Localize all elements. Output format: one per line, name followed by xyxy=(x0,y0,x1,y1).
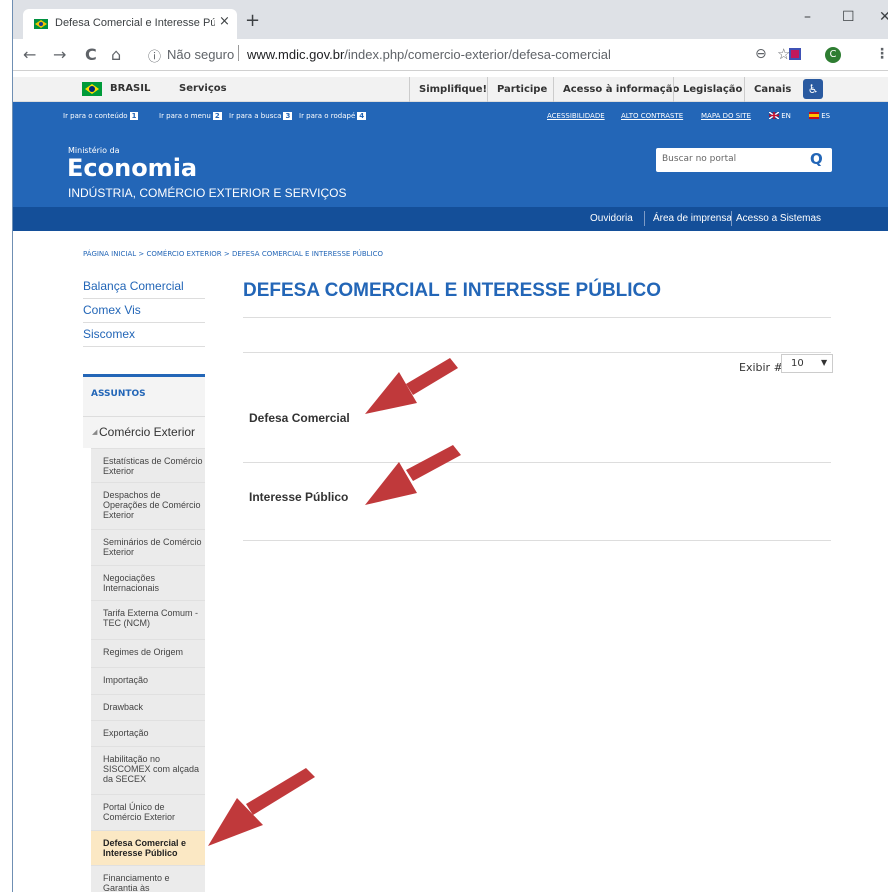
sidebar-link-balanca-comercial[interactable]: Balança Comercial xyxy=(83,279,184,293)
site-subtitle: INDÚSTRIA, COMÉRCIO EXTERIOR E SERVIÇOS xyxy=(68,186,347,200)
govbar-participe[interactable]: Participe xyxy=(487,77,556,102)
sidebar-section-comercio-exterior[interactable]: ◢ Comércio Exterior xyxy=(83,416,205,448)
result-link-interesse-publico[interactable]: Interesse Público xyxy=(249,490,348,504)
acesso-a-sistemas-link[interactable]: Acesso a Sistemas xyxy=(736,213,821,224)
sidebar-link-siscomex[interactable]: Siscomex xyxy=(83,327,135,341)
security-label: Não seguro xyxy=(167,47,235,62)
sidebar-item-habilitacao[interactable]: Habilitação no SISCOMEX com alçada da SE… xyxy=(91,746,205,794)
govbar-acesso-informacao[interactable]: Acesso à informação xyxy=(553,77,688,102)
maximize-icon[interactable]: ☐ xyxy=(842,9,855,25)
skip-link-menu[interactable]: Ir para o menu 2 xyxy=(159,112,222,120)
red-arrow-icon xyxy=(365,358,458,414)
sidebar-item-defesa-comercial[interactable]: Defesa Comercial e Interesse Público xyxy=(91,830,205,865)
vlibras-icon[interactable]: ♿ xyxy=(803,79,823,99)
mapa-do-site-link[interactable]: MAPA DO SITE xyxy=(701,112,751,120)
close-window-icon[interactable]: ✕ xyxy=(879,9,888,25)
sidebar-item-financiamento[interactable]: Financiamento e Garantia às xyxy=(91,865,205,892)
brazil-flag-icon[interactable] xyxy=(82,82,102,96)
sidebar-item-drawback[interactable]: Drawback xyxy=(91,694,205,720)
spain-flag-icon xyxy=(809,112,819,119)
items-per-page-value: 10 xyxy=(791,358,804,369)
exibir-label: Exibir # xyxy=(739,361,783,374)
skip-link-search[interactable]: Ir para a busca 3 xyxy=(229,112,293,120)
favicon-icon xyxy=(34,19,48,29)
page-title: DEFESA COMERCIAL E INTERESSE PÚBLICO xyxy=(243,280,662,301)
home-icon[interactable]: ⌂ xyxy=(111,45,121,64)
extension-icon[interactable] xyxy=(789,48,801,60)
minimize-icon[interactable]: – xyxy=(804,9,811,25)
sidebar-item-exportacao[interactable]: Exportação xyxy=(91,720,205,746)
sidebar-item-importacao[interactable]: Importação xyxy=(91,667,205,694)
new-tab-icon[interactable]: + xyxy=(245,10,260,31)
list-top-divider xyxy=(243,352,831,353)
url-separator xyxy=(238,45,239,61)
search-placeholder: Buscar no portal xyxy=(662,154,737,164)
sidebar-divider xyxy=(83,298,205,299)
sidebar-item-estatisticas[interactable]: Estatísticas de Comércio Exterior xyxy=(91,448,205,482)
back-icon[interactable]: ← xyxy=(23,45,36,64)
url-text: www.mdic.gov.br/index.php/comercio-exter… xyxy=(247,47,611,62)
reload-icon[interactable]: C xyxy=(85,45,97,64)
services-bar: Ouvidoria Área de imprensa Acesso a Sist… xyxy=(13,207,888,231)
section-label: Comércio Exterior xyxy=(99,425,196,439)
sidebar-item-negociacoes[interactable]: Negociações Internacionais xyxy=(91,565,205,600)
skip-link-content[interactable]: Ir para o conteúdo 1 xyxy=(63,112,139,120)
profile-avatar[interactable]: C xyxy=(825,47,841,63)
url-field[interactable]: ⓘ Não seguro www.mdic.gov.br/index.php/c… xyxy=(145,43,845,67)
gov-bar: BRASIL Serviços Simplifique! Participe A… xyxy=(13,77,888,102)
info-icon[interactable]: ⓘ xyxy=(148,46,161,65)
govbar-canais[interactable]: Canais xyxy=(744,77,800,102)
browser-menu-icon[interactable]: ⋮ xyxy=(875,46,888,62)
sidebar-item-tarifa-externa[interactable]: Tarifa Externa Comum - TEC (NCM) xyxy=(91,600,205,639)
chevron-down-icon: ▼ xyxy=(821,358,828,367)
lang-es-link[interactable]: ES xyxy=(809,112,830,120)
breadcrumb[interactable]: PÁGINA INICIAL > COMÉRCIO EXTERIOR > DEF… xyxy=(83,250,383,258)
items-per-page-select[interactable]: 10 ▼ xyxy=(781,354,833,373)
area-de-imprensa-link[interactable]: Área de imprensa xyxy=(653,213,732,224)
alto-contraste-link[interactable]: ALTO CONTRASTE xyxy=(621,112,683,120)
tab-title: Defesa Comercial e Interesse Púb xyxy=(55,17,215,29)
result-divider xyxy=(243,540,831,541)
expanded-triangle-icon: ◢ xyxy=(92,428,98,436)
sidebar-link-comex-vis[interactable]: Comex Vis xyxy=(83,303,141,317)
sidebar-item-regimes-origem[interactable]: Regimes de Origem xyxy=(91,639,205,667)
site-header: Ir para o conteúdo 1 Ir para o menu 2 Ir p… xyxy=(13,102,888,207)
sidebar-divider xyxy=(83,322,205,323)
assuntos-label: ASSUNTOS xyxy=(91,389,146,399)
red-arrow-icon xyxy=(365,445,461,505)
servicos-link[interactable]: Serviços xyxy=(179,83,227,94)
search-icon[interactable]: Q xyxy=(810,150,823,168)
services-divider xyxy=(731,211,732,226)
sidebar-item-portal-unico[interactable]: Portal Único de Comércio Exterior xyxy=(91,794,205,830)
address-bar: ← → C ⌂ ⓘ Não seguro www.mdic.gov.br/ind… xyxy=(13,39,888,71)
forward-icon[interactable]: → xyxy=(53,45,66,64)
uk-flag-icon xyxy=(768,111,780,120)
sidebar-divider xyxy=(83,346,205,347)
tab-close-icon[interactable]: × xyxy=(219,14,230,29)
result-link-defesa-comercial[interactable]: Defesa Comercial xyxy=(249,411,350,425)
sidebar-item-seminarios[interactable]: Seminários de Comércio Exterior xyxy=(91,529,205,565)
title-divider xyxy=(243,317,831,318)
ouvidoria-link[interactable]: Ouvidoria xyxy=(590,213,633,224)
lang-en-link[interactable]: EN xyxy=(768,111,791,120)
services-divider xyxy=(644,211,645,226)
browser-tab[interactable]: Defesa Comercial e Interesse Púb × xyxy=(23,9,237,39)
tab-strip: Defesa Comercial e Interesse Púb × + – ☐… xyxy=(13,0,888,39)
red-arrow-icon xyxy=(208,768,315,846)
browser-window: Defesa Comercial e Interesse Púb × + – ☐… xyxy=(12,0,888,892)
sidebar-item-despachos[interactable]: Despachos de Operações de Comércio Exter… xyxy=(91,482,205,529)
skip-link-footer[interactable]: Ir para o rodapé 4 xyxy=(299,112,367,120)
brasil-link[interactable]: BRASIL xyxy=(110,83,150,94)
search-input[interactable]: Buscar no portal Q xyxy=(656,148,832,172)
assuntos-header: ASSUNTOS xyxy=(83,374,205,416)
acessibilidade-link[interactable]: ACESSIBILIDADE xyxy=(547,112,605,120)
site-logo-title[interactable]: Economia xyxy=(67,154,197,182)
url-path: /index.php/comercio-exterior/defesa-come… xyxy=(344,47,611,62)
govbar-legislacao[interactable]: Legislação xyxy=(673,77,751,102)
zoom-icon[interactable]: ⊖ xyxy=(755,46,767,62)
result-divider xyxy=(243,462,831,463)
url-domain: www.mdic.gov.br xyxy=(247,47,345,62)
govbar-simplifique[interactable]: Simplifique! xyxy=(409,77,496,102)
